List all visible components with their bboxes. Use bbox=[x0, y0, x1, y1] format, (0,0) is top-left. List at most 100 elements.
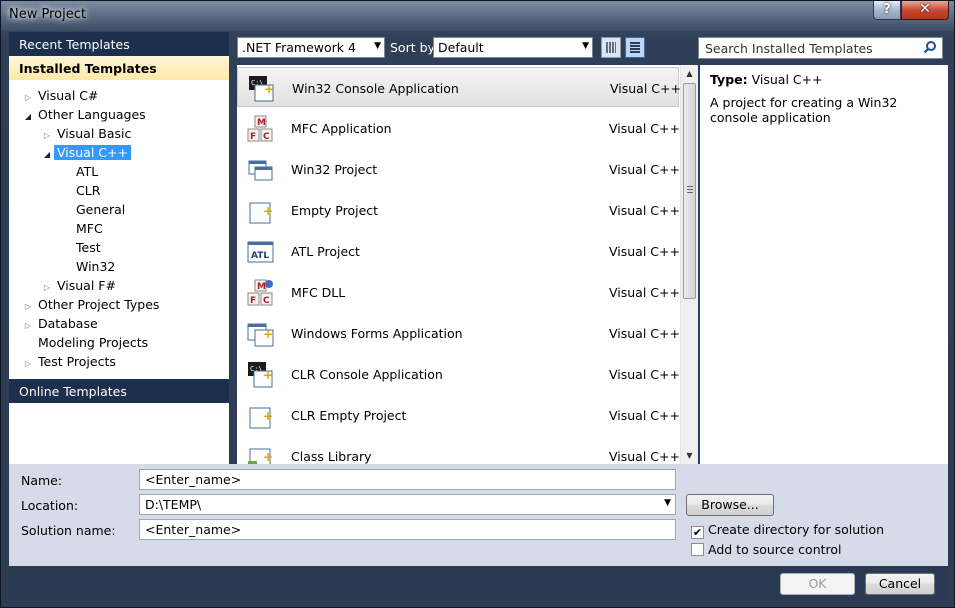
template-language: Visual C++ bbox=[610, 81, 681, 96]
sortby-dropdown[interactable]: Default ▼ bbox=[433, 37, 593, 58]
window-title: New Project bbox=[9, 7, 86, 22]
list-item[interactable]: + Empty Project Visual C++ bbox=[237, 190, 680, 230]
template-name: Win32 Project bbox=[291, 162, 378, 177]
tree-item-label: MFC bbox=[76, 221, 103, 236]
template-list-scrollbar[interactable]: ▲ ▼ bbox=[680, 65, 698, 464]
tree-item[interactable]: ▷ Visual Basic bbox=[40, 124, 134, 143]
template-name: CLR Empty Project bbox=[291, 408, 407, 423]
installed-templates-tree: ▷ Visual C# ◢ Other Languages ▷ Visual Basic ◢… bbox=[9, 80, 229, 379]
source-control-option[interactable]: Add to source control bbox=[691, 542, 842, 557]
search-templates-input[interactable]: Search Installed Templates bbox=[698, 37, 943, 59]
template-language: Visual C++ bbox=[609, 121, 680, 136]
tree-item[interactable]: General bbox=[59, 200, 128, 219]
template-list: C:\ + Win32 Console Application Visual C++ M… bbox=[237, 65, 698, 464]
atl-project-icon: ATL bbox=[247, 241, 274, 263]
create-directory-option[interactable]: ✔ Create directory for solution bbox=[691, 522, 884, 539]
svg-text:+: + bbox=[263, 450, 273, 464]
list-item[interactable]: + Class Library Visual C++ bbox=[237, 436, 680, 464]
location-value: D:\TEMP\ bbox=[145, 497, 202, 512]
class-library-icon: + bbox=[248, 448, 273, 464]
browse-button[interactable]: Browse... bbox=[686, 494, 774, 516]
svg-text:C: C bbox=[263, 132, 270, 142]
tree-item[interactable]: ▷ Other Project Types bbox=[21, 295, 162, 314]
source-control-checkbox[interactable] bbox=[691, 543, 704, 556]
tree-item[interactable]: ▷ Visual C# bbox=[21, 86, 102, 105]
tree-item[interactable]: ▷ Test Projects bbox=[21, 352, 119, 371]
tree-item-label: Modeling Projects bbox=[38, 335, 149, 350]
tree-item[interactable]: ◢ Visual C++ bbox=[40, 143, 131, 162]
list-item[interactable]: C:\ + CLR Console Application Visual C++ bbox=[237, 354, 680, 394]
help-button[interactable]: ? bbox=[873, 1, 901, 20]
tree-item[interactable]: MFC bbox=[59, 219, 106, 238]
list-item[interactable]: Win32 Project Visual C++ bbox=[237, 149, 680, 189]
collapse-arrow-icon[interactable]: ◢ bbox=[40, 145, 54, 164]
location-combobox[interactable]: D:\TEMP\ ▼ bbox=[139, 494, 676, 515]
scroll-up-arrow-icon[interactable]: ▲ bbox=[681, 65, 698, 82]
tree-item[interactable]: ▷ Database bbox=[21, 314, 101, 333]
tree-item[interactable]: CLR bbox=[59, 181, 103, 200]
tree-item[interactable]: Modeling Projects bbox=[21, 333, 151, 352]
type-value: Visual C++ bbox=[751, 72, 823, 87]
list-item[interactable]: M F C MFC Application Visual C++ bbox=[237, 108, 680, 148]
recent-templates-header[interactable]: Recent Templates bbox=[9, 32, 229, 56]
create-directory-checkbox[interactable]: ✔ bbox=[691, 526, 704, 539]
list-item[interactable]: C:\ + Win32 Console Application Visual C++ bbox=[237, 67, 681, 107]
template-language: Visual C++ bbox=[609, 408, 680, 423]
search-icon[interactable] bbox=[923, 40, 937, 54]
mfc-app-icon: MF C bbox=[247, 115, 273, 142]
clr-empty-icon: + bbox=[249, 407, 273, 429]
details-view-button[interactable] bbox=[625, 37, 645, 58]
tree-item-label: Database bbox=[38, 316, 98, 331]
template-categories-pane: Recent Templates Installed Templates ▷ Vi… bbox=[9, 32, 229, 464]
list-item[interactable]: + Windows Forms Application Visual C++ bbox=[237, 313, 680, 353]
medium-icons-view-button[interactable] bbox=[601, 37, 621, 58]
installed-templates-header[interactable]: Installed Templates bbox=[9, 56, 229, 80]
list-item[interactable]: ATL ATL Project Visual C++ bbox=[237, 231, 680, 271]
online-templates-header[interactable]: Online Templates bbox=[9, 379, 229, 403]
type-label: Type: bbox=[710, 72, 748, 87]
expand-arrow-icon[interactable]: ▷ bbox=[21, 354, 35, 373]
template-description-pane: Type: Visual C++ A project for creating … bbox=[700, 65, 948, 464]
tree-item[interactable]: Test bbox=[59, 238, 104, 257]
template-name: ATL Project bbox=[291, 244, 360, 259]
console-app-icon: C:\ + bbox=[249, 76, 274, 102]
create-directory-label: Create directory for solution bbox=[708, 522, 885, 537]
tree-item-label: ATL bbox=[76, 164, 99, 179]
cancel-button[interactable]: Cancel bbox=[865, 573, 935, 595]
collapse-arrow-icon[interactable]: ◢ bbox=[21, 107, 35, 126]
tree-item[interactable]: Win32 bbox=[59, 257, 118, 276]
grip-icon bbox=[687, 186, 693, 194]
list-item[interactable]: M F C MFC DLL Visual C++ bbox=[237, 272, 680, 312]
scroll-thumb[interactable] bbox=[683, 83, 696, 299]
tree-item[interactable]: ▷ Visual F# bbox=[40, 276, 119, 295]
template-toolbar: .NET Framework 4 ▼ Sort by: Default ▼ bbox=[237, 37, 647, 59]
chevron-down-icon[interactable]: ▼ bbox=[664, 498, 671, 508]
framework-value: .NET Framework 4 bbox=[242, 40, 356, 55]
framework-dropdown[interactable]: .NET Framework 4 ▼ bbox=[237, 37, 385, 58]
tree-item-label: Other Project Types bbox=[38, 297, 160, 312]
list-item[interactable]: + CLR Empty Project Visual C++ bbox=[237, 395, 680, 435]
template-language: Visual C++ bbox=[609, 326, 680, 341]
tree-item-label: General bbox=[76, 202, 126, 217]
solution-name-input[interactable]: <Enter_name> bbox=[139, 519, 676, 540]
tree-item-label: Visual C# bbox=[38, 88, 99, 103]
scroll-down-arrow-icon[interactable]: ▼ bbox=[681, 447, 698, 464]
win32-project-icon bbox=[248, 160, 273, 181]
winforms-app-icon: + bbox=[247, 323, 274, 347]
tree-item[interactable]: ATL bbox=[59, 162, 101, 181]
chevron-down-icon: ▼ bbox=[374, 41, 381, 51]
ok-button[interactable]: OK bbox=[780, 573, 855, 595]
search-placeholder: Search Installed Templates bbox=[705, 41, 873, 56]
template-name: MFC Application bbox=[291, 121, 392, 136]
dialog-footer: OK Cancel bbox=[9, 566, 948, 601]
tree-item-label: CLR bbox=[76, 183, 101, 198]
close-button[interactable]: ✕ bbox=[901, 1, 949, 20]
title-bar[interactable]: New Project ? ✕ bbox=[1, 1, 954, 31]
template-description: A project for creating a Win32 console a… bbox=[710, 95, 898, 125]
clr-console-icon: C:\ + bbox=[248, 362, 273, 388]
template-language: Visual C++ bbox=[609, 162, 680, 177]
template-name: CLR Console Application bbox=[291, 367, 443, 382]
svg-text:ATL: ATL bbox=[251, 251, 269, 261]
tree-item[interactable]: ◢ Other Languages bbox=[21, 105, 149, 124]
project-name-input[interactable]: <Enter_name> bbox=[139, 469, 676, 490]
